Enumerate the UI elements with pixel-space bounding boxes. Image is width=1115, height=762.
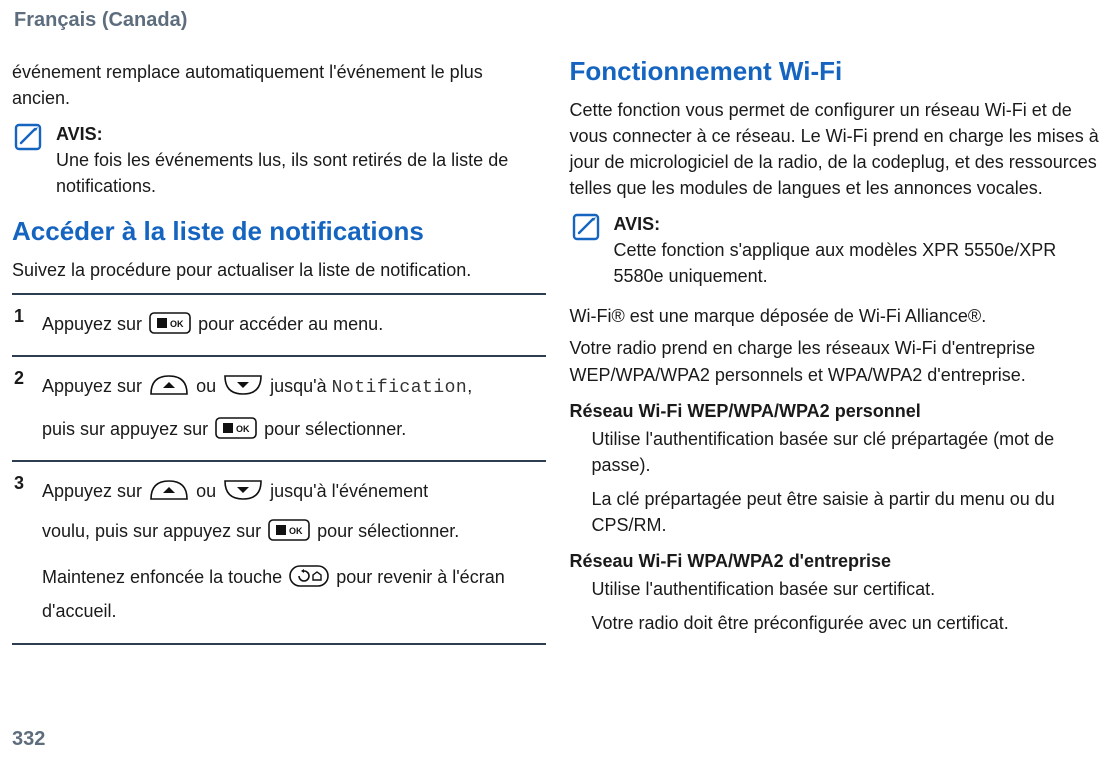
svg-text:OK: OK [236,424,250,434]
back-home-button-icon [289,565,329,587]
step-item: 3 Appuyez sur ou jusqu'à l'événement vou [12,460,546,645]
right-column: Fonctionnement Wi-Fi Cette fonction vous… [570,53,1104,645]
menu-ok-button-icon: OK [268,519,310,541]
notice-block: AVIS: Cette fonction s'applique aux modè… [570,211,1104,289]
notice-text: Une fois les événements lus, ils sont re… [56,147,546,199]
notice-text: Cette fonction s'applique aux modèles XP… [614,237,1104,289]
down-arrow-button-icon [223,374,263,396]
page-number: 332 [12,725,45,754]
notice-block: AVIS: Une fois les événements lus, ils s… [12,121,546,199]
step-text-fragment: Appuyez sur [42,314,147,334]
manual-page: Français (Canada) événement remplace aut… [0,0,1115,762]
svg-text:OK: OK [170,319,184,329]
step-text-fragment: Maintenez enfoncée la touche [42,567,287,587]
notice-body: AVIS: Une fois les événements lus, ils s… [56,121,546,199]
step-number: 1 [14,303,24,329]
definition-body: La clé prépartagée peut être saisie à pa… [592,486,1104,538]
step-text-fragment: pour accéder au menu. [198,314,383,334]
down-arrow-button-icon [223,479,263,501]
step-text-fragment: voulu, puis sur appuyez sur [42,521,266,541]
menu-ok-button-icon: OK [215,417,257,439]
notice-body: AVIS: Cette fonction s'applique aux modè… [614,211,1104,289]
definition-term: Réseau Wi-Fi WEP/WPA/WPA2 personnel [570,398,1104,424]
definition-body: Votre radio doit être préconfigurée avec… [592,610,1104,636]
step-number: 2 [14,365,24,391]
note-icon [570,211,604,289]
two-column-layout: événement remplace automatiquement l'évé… [12,53,1103,645]
wifi-intro: Cette fonction vous permet de configurer… [570,97,1104,201]
notice-label: AVIS: [56,121,546,147]
step-item: 1 Appuyez sur OK pour accéder au menu. [12,293,546,355]
wifi-trademark: Wi-Fi® est une marque déposée de Wi-Fi A… [570,303,1104,329]
definition-body: Utilise l'authentification basée sur cer… [592,576,1104,602]
menu-option-label: Notification [332,378,468,398]
step-text: Appuyez sur ou jusqu'à Notification, pui… [42,369,542,445]
procedure-intro: Suivez la procédure pour actualiser la l… [12,257,546,283]
definition-term: Réseau Wi-Fi WPA/WPA2 d'entreprise [570,548,1104,574]
note-icon [12,121,46,199]
step-text-fragment: jusqu'à l'événement [270,481,428,501]
language-header: Français (Canada) [14,6,1103,35]
lead-in-text: événement remplace automatiquement l'évé… [12,59,546,111]
step-text-fragment: pour sélectionner. [264,419,406,439]
menu-ok-button-icon: OK [149,312,191,334]
step-item: 2 Appuyez sur ou jusqu'à Notification, [12,355,546,459]
step-text-fragment: Appuyez sur [42,481,147,501]
step-text-fragment: puis sur appuyez sur [42,419,213,439]
definition-body: Utilise l'authentification basée sur clé… [592,426,1104,478]
step-text-fragment: ou [196,481,221,501]
steps-list: 1 Appuyez sur OK pour accéder au menu. 2… [12,293,546,644]
step-text-fragment: Appuyez sur [42,376,147,396]
up-arrow-button-icon [149,479,189,501]
step-number: 3 [14,470,24,496]
section-title-wifi: Fonctionnement Wi-Fi [570,53,1104,91]
notice-label: AVIS: [614,211,1104,237]
step-text-fragment: , [467,376,472,396]
up-arrow-button-icon [149,374,189,396]
wifi-networks-intro: Votre radio prend en charge les réseaux … [570,335,1104,387]
step-text: Appuyez sur ou jusqu'à l'événement voulu… [42,474,542,629]
section-title-notifications: Accéder à la liste de notifications [12,213,546,251]
left-column: événement remplace automatiquement l'évé… [12,53,546,645]
step-text-fragment: jusqu'à [270,376,331,396]
step-text: Appuyez sur OK pour accéder au menu. [42,307,542,341]
svg-text:OK: OK [289,526,303,536]
step-text-fragment: ou [196,376,221,396]
step-text-fragment: pour sélectionner. [317,521,459,541]
